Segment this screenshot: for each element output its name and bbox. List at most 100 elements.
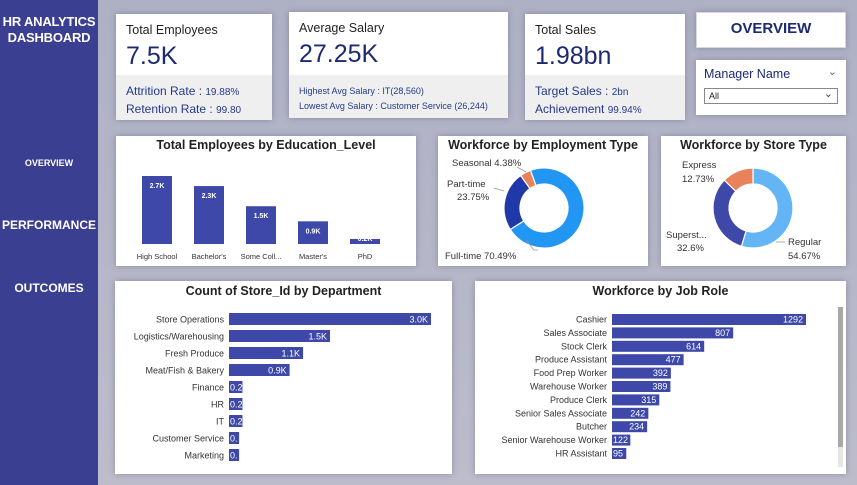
highest-avg-salary: Highest Avg Salary : IT(28,560) bbox=[299, 86, 424, 96]
dept-category-label: Logistics/Warehousing bbox=[134, 332, 224, 342]
manager-name-slicer[interactable]: Manager Name ⌄ All ⌄ bbox=[696, 60, 846, 115]
manager-name-dropdown[interactable]: All ⌄ bbox=[704, 88, 838, 104]
chart-department: Count of Store_Id by Department Store Op… bbox=[115, 281, 452, 474]
edu-category-label: Some Coll... bbox=[241, 252, 282, 261]
job-category-label: Sales Associate bbox=[543, 328, 607, 338]
dept-data-label: 1.1K bbox=[282, 349, 301, 359]
kpi-salary-value: 27.25K bbox=[299, 40, 379, 68]
emp-label-fulltime: Full-time 70.49% bbox=[445, 251, 517, 262]
dashboard-title: HR ANALYTICS DASHBOARD bbox=[0, 14, 98, 46]
scrollbar-thumb[interactable] bbox=[838, 307, 843, 447]
chart-employment-type: Workforce by Employment Type Seasonal 4.… bbox=[438, 136, 648, 266]
scrollbar-track[interactable] bbox=[838, 307, 843, 467]
chart-education-svg: 2.7K High School 2.3K Bachelor's 1.5K Some Co… bbox=[137, 176, 380, 261]
dept-category-label: Marketing bbox=[184, 451, 224, 461]
job-category-label: Butcher bbox=[576, 422, 607, 432]
kpi-salary-label: Average Salary bbox=[299, 21, 385, 35]
edu-bar bbox=[246, 206, 276, 244]
store-label-superstore: Superst... bbox=[666, 230, 707, 241]
target-sales-value: 2bn bbox=[611, 87, 629, 98]
chart-department-svg: Store Operations 3.0K Logistics/Warehousin… bbox=[134, 313, 431, 461]
target-sales-label: Target Sales : bbox=[535, 84, 609, 98]
job-data-label: 392 bbox=[653, 368, 668, 378]
retention-rate-value: 99.80 bbox=[216, 105, 242, 116]
job-category-label: HR Assistant bbox=[555, 449, 607, 459]
dept-category-label: IT bbox=[216, 417, 225, 427]
dept-data-label: 1.5K bbox=[308, 332, 327, 342]
target-sales: Target Sales : 2bn bbox=[535, 84, 628, 98]
edu-category-label: PhD bbox=[358, 252, 373, 261]
attrition-rate-value: 19.88% bbox=[205, 87, 240, 98]
dropdown-arrow-icon: ⌄ bbox=[823, 88, 833, 100]
emp-leader-line bbox=[493, 187, 505, 192]
dept-bar bbox=[229, 313, 431, 325]
kpi-employees-value: 7.5K bbox=[126, 42, 178, 70]
job-data-label: 807 bbox=[715, 328, 730, 338]
job-category-label: Senior Warehouse Worker bbox=[501, 435, 607, 445]
store-slice bbox=[712, 179, 747, 248]
job-category-label: Cashier bbox=[576, 315, 607, 325]
chart-employment-svg: Seasonal 4.38% Part-time 23.75% Full-time 7… bbox=[445, 158, 585, 262]
dept-category-label: HR bbox=[211, 400, 224, 410]
kpi-salary-sub: Highest Avg Salary : IT(28,560) Lowest A… bbox=[289, 75, 508, 118]
achievement-label: Achievement bbox=[535, 102, 605, 116]
job-data-label: 95 bbox=[613, 449, 623, 459]
job-category-label: Stock Clerk bbox=[561, 341, 608, 351]
dept-category-label: Fresh Produce bbox=[165, 349, 224, 359]
job-data-label: 477 bbox=[666, 355, 681, 365]
job-category-label: Produce Clerk bbox=[550, 395, 608, 405]
nav-performance[interactable]: PERFORMANCE bbox=[0, 218, 98, 232]
kpi-sales-value: 1.98bn bbox=[535, 42, 612, 70]
dept-category-label: Store Operations bbox=[156, 315, 225, 325]
chevron-down-icon[interactable]: ⌄ bbox=[828, 65, 837, 78]
chart-education: Total Employees by Education_Level 2.7K H… bbox=[116, 136, 416, 266]
kpi-employees-label: Total Employees bbox=[126, 23, 218, 37]
job-data-label: 315 bbox=[641, 395, 656, 405]
kpi-sales-sub: Target Sales : 2bn Achievement 99.94% bbox=[525, 75, 685, 120]
achievement: Achievement 99.94% bbox=[535, 102, 642, 116]
nav-outcomes[interactable]: OUTCOMES bbox=[0, 281, 98, 295]
job-data-label: 1292 bbox=[783, 315, 803, 325]
dept-data-label: 0. bbox=[230, 434, 238, 444]
kpi-card-employees[interactable]: Total Employees 7.5K Attrition Rate : 19… bbox=[116, 14, 272, 120]
chart-job-role: Workforce by Job Role Cashier 1292 Sales A… bbox=[475, 281, 846, 474]
edu-category-label: Bachelor's bbox=[192, 252, 227, 261]
dept-data-label: 0.2 bbox=[230, 400, 243, 410]
nav-overview[interactable]: OVERVIEW bbox=[0, 158, 98, 168]
kpi-card-salary[interactable]: Average Salary 27.25K Highest Avg Salary… bbox=[289, 12, 508, 118]
edu-data-label: 2.7K bbox=[150, 183, 165, 190]
job-category-label: Senior Sales Associate bbox=[515, 408, 607, 418]
attrition-rate: Attrition Rate : 19.88% bbox=[126, 84, 239, 98]
job-data-label: 242 bbox=[630, 408, 645, 418]
store-value-express: 12.73% bbox=[682, 174, 715, 185]
emp-value-parttime: 23.75% bbox=[457, 192, 490, 203]
dept-data-label: 0.2 bbox=[230, 383, 243, 393]
dept-category-label: Meat/Fish & Bakery bbox=[145, 366, 224, 376]
retention-rate: Retention Rate : 99.80 bbox=[126, 102, 241, 116]
achievement-value: 99.94% bbox=[607, 105, 642, 116]
edu-data-label: 1.5K bbox=[254, 213, 269, 220]
store-value-superstore: 32.6% bbox=[677, 243, 704, 254]
job-bar bbox=[612, 314, 806, 325]
edu-category-label: Master's bbox=[299, 252, 327, 261]
manager-name-label: Manager Name bbox=[704, 67, 791, 81]
edu-data-label: 0.2K bbox=[358, 236, 373, 243]
edu-data-label: 2.3K bbox=[202, 193, 217, 200]
store-value-regular: 54.67% bbox=[788, 251, 821, 262]
dept-data-label: 3.0K bbox=[409, 315, 428, 325]
overview-button[interactable]: OVERVIEW bbox=[696, 12, 846, 48]
sidebar: HR ANALYTICS DASHBOARD OVERVIEW PERFORMA… bbox=[0, 0, 98, 485]
job-category-label: Warehouse Worker bbox=[530, 382, 607, 392]
job-data-label: 614 bbox=[686, 341, 701, 351]
edu-category-label: High School bbox=[137, 252, 178, 261]
job-data-label: 122 bbox=[613, 435, 628, 445]
job-category-label: Food Prep Worker bbox=[534, 368, 607, 378]
manager-name-selected: All bbox=[709, 91, 720, 101]
retention-rate-label: Retention Rate : bbox=[126, 102, 213, 116]
dept-data-label: 0.2 bbox=[230, 417, 243, 427]
edu-data-label: 0.9K bbox=[306, 228, 321, 235]
job-category-label: Produce Assistant bbox=[535, 355, 608, 365]
kpi-card-sales[interactable]: Total Sales 1.98bn Target Sales : 2bn Ac… bbox=[525, 14, 685, 120]
job-data-label: 234 bbox=[629, 422, 644, 432]
store-label-express: Express bbox=[682, 160, 717, 171]
